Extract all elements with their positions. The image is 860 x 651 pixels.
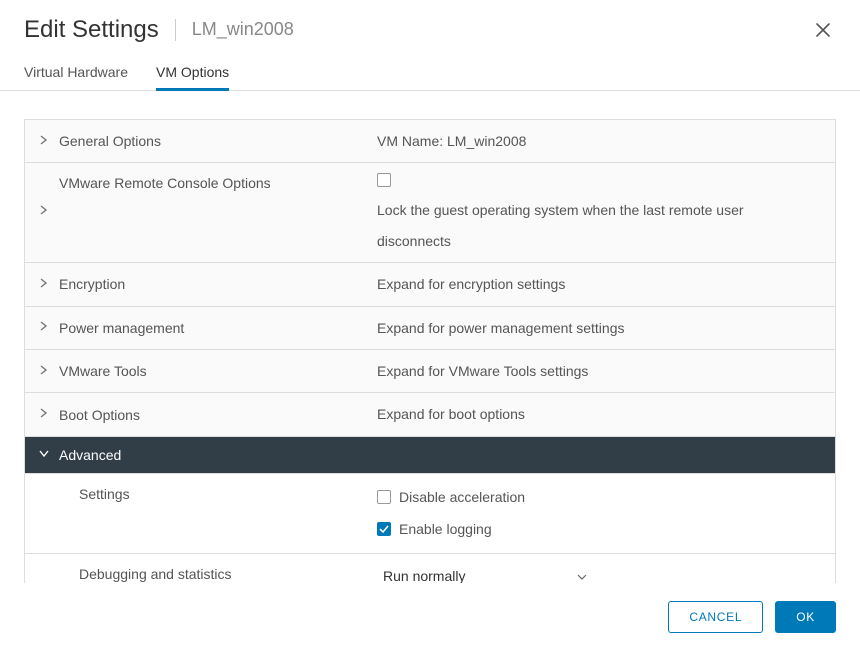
chevron-right-icon[interactable] <box>39 321 49 334</box>
section-vmware-tools: VMware Tools Expand for VMware Tools set… <box>25 350 835 393</box>
close-icon[interactable] <box>810 17 836 43</box>
chevron-down-icon <box>577 568 593 583</box>
settings-panel: General Options VM Name: LM_win2008 VMwa… <box>24 119 836 583</box>
encryption-label: Encryption <box>59 276 125 292</box>
boot-options-value: Expand for boot options <box>377 403 821 425</box>
debugging-select[interactable]: Run normally <box>377 566 593 583</box>
lock-guest-os-label-line2: disconnects <box>377 230 821 252</box>
vm-name-value: VM Name: LM_win2008 <box>377 130 821 152</box>
lock-guest-os-checkbox[interactable] <box>377 173 391 187</box>
debugging-label: Debugging and statistics <box>25 554 363 583</box>
dialog-header: Edit Settings LM_win2008 <box>0 0 860 56</box>
power-management-value: Expand for power management settings <box>377 317 821 339</box>
encryption-value: Expand for encryption settings <box>377 273 821 295</box>
section-encryption: Encryption Expand for encryption setting… <box>25 263 835 306</box>
chevron-right-icon[interactable] <box>39 408 49 421</box>
section-power-management: Power management Expand for power manage… <box>25 307 835 350</box>
debugging-selected-value: Run normally <box>377 568 465 583</box>
section-remote-console: VMware Remote Console Options Lock <box>25 163 835 263</box>
vmware-tools-value: Expand for VMware Tools settings <box>377 360 821 382</box>
advanced-settings-label: Settings <box>25 474 363 553</box>
debugging-row: Debugging and statistics Run normally <box>25 554 835 583</box>
disable-acceleration-checkbox[interactable] <box>377 490 391 504</box>
settings-scroll-area[interactable]: General Options VM Name: LM_win2008 VMwa… <box>0 91 860 583</box>
remote-console-label: VMware Remote Console Options <box>59 175 271 191</box>
dialog-title: Edit Settings <box>24 16 159 44</box>
chevron-right-icon[interactable] <box>39 135 49 148</box>
edit-settings-dialog: Edit Settings LM_win2008 Virtual Hardwar… <box>0 0 860 651</box>
cancel-button[interactable]: CANCEL <box>668 601 763 633</box>
tab-virtual-hardware[interactable]: Virtual Hardware <box>24 56 128 90</box>
lock-guest-os-label-line1: Lock the guest operating system when the… <box>377 199 821 221</box>
chevron-down-icon[interactable] <box>39 449 49 461</box>
advanced-settings-row: Settings Disable acceleration Enable log… <box>25 474 835 554</box>
dialog-footer: CANCEL OK <box>0 583 860 651</box>
vm-name-subtitle: LM_win2008 <box>175 19 294 41</box>
tabs: Virtual Hardware VM Options <box>0 56 860 91</box>
tab-vm-options[interactable]: VM Options <box>156 56 229 90</box>
boot-options-label: Boot Options <box>59 407 140 423</box>
advanced-label: Advanced <box>59 447 121 463</box>
ok-button[interactable]: OK <box>775 601 836 633</box>
section-boot-options: Boot Options Expand for boot options <box>25 393 835 436</box>
section-general-options: General Options VM Name: LM_win2008 <box>25 120 835 163</box>
chevron-right-icon[interactable] <box>39 278 49 291</box>
chevron-right-icon[interactable] <box>39 365 49 378</box>
general-options-label: General Options <box>59 133 161 149</box>
enable-logging-label: Enable logging <box>399 518 492 540</box>
section-advanced-header[interactable]: Advanced <box>25 437 835 474</box>
chevron-right-icon[interactable] <box>39 205 49 218</box>
vmware-tools-label: VMware Tools <box>59 363 147 379</box>
power-management-label: Power management <box>59 320 184 336</box>
disable-acceleration-label: Disable acceleration <box>399 486 525 508</box>
enable-logging-checkbox[interactable] <box>377 522 391 536</box>
